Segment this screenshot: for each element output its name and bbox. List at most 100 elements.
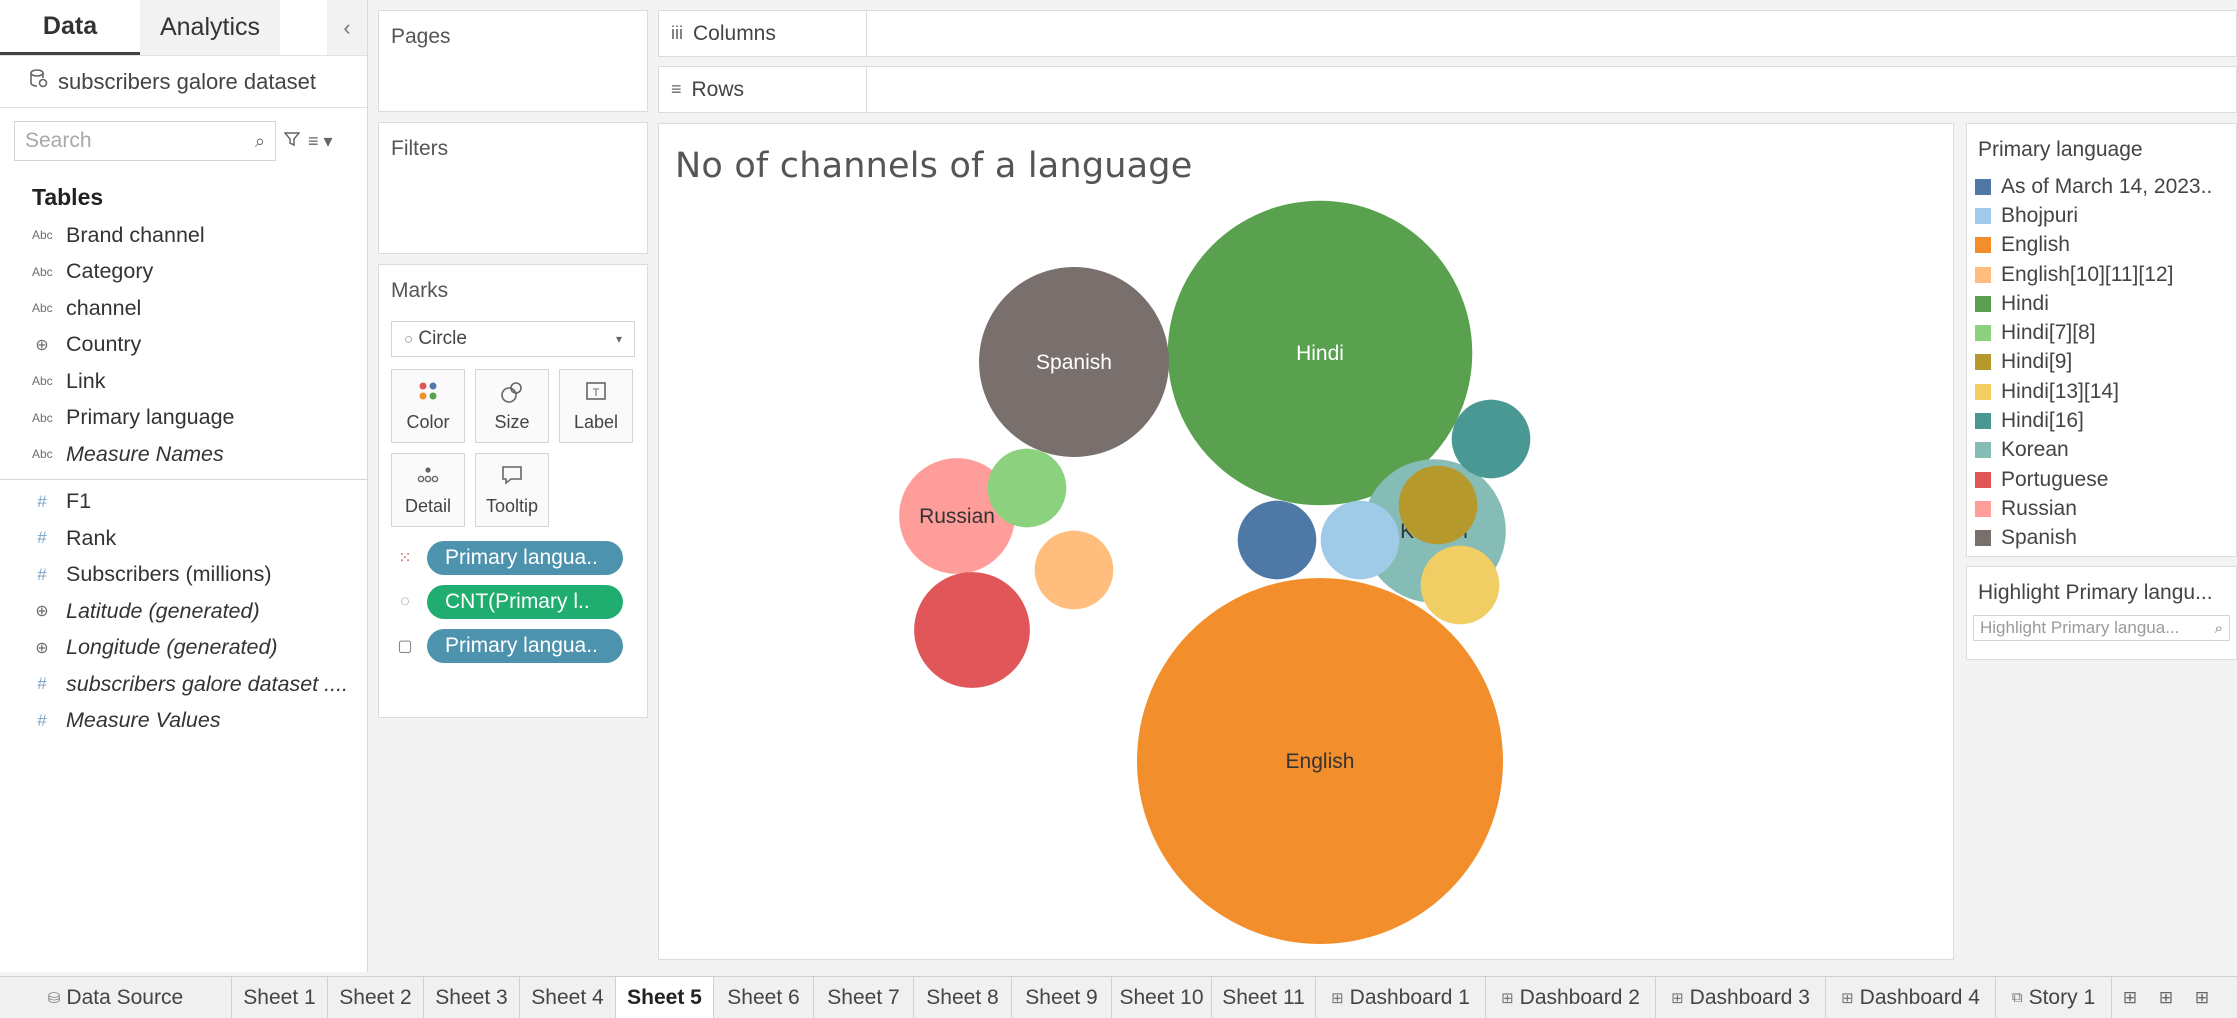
dashboard-icon: ⊞ bbox=[1841, 989, 1854, 1007]
bubble-hindi-7-8[interactable] bbox=[987, 448, 1067, 528]
rows-shelf[interactable]: ≡ Rows bbox=[658, 66, 2237, 113]
legend-item[interactable]: English bbox=[1967, 231, 2236, 260]
legend-item[interactable]: Korean bbox=[1967, 436, 2236, 465]
legend-label: Portuguese bbox=[2001, 467, 2109, 491]
search-input[interactable] bbox=[25, 129, 225, 153]
field-item[interactable]: # F1 bbox=[0, 484, 367, 521]
sheet-tab[interactable]: Sheet 6 bbox=[714, 977, 814, 1018]
bubble-portuguese[interactable] bbox=[914, 572, 1030, 688]
field-item[interactable]: Abc Primary language bbox=[0, 400, 367, 437]
bubble-hindi-13-14[interactable] bbox=[1420, 545, 1500, 625]
label-button-label: Label bbox=[573, 411, 619, 432]
sheet-tab[interactable]: Sheet 7 bbox=[814, 977, 914, 1018]
sheet-tab[interactable]: ⛁ Data Source bbox=[0, 977, 232, 1018]
filter-icon[interactable] bbox=[283, 131, 301, 152]
size-button[interactable]: Size bbox=[475, 369, 549, 443]
sheet-tab[interactable]: Sheet 8 bbox=[914, 977, 1012, 1018]
sheet-tab[interactable]: ⧉ Story 1 bbox=[1996, 977, 2112, 1018]
field-pill[interactable]: Primary langua.. bbox=[427, 629, 623, 663]
field-item[interactable]: ⊕ Latitude (generated) bbox=[0, 593, 367, 630]
new-sheet-icon[interactable]: ⊞ bbox=[2112, 977, 2148, 1018]
field-pill[interactable]: Primary langua.. bbox=[427, 541, 623, 575]
sheet-tab[interactable]: Sheet 11 bbox=[1212, 977, 1316, 1018]
field-item[interactable]: # Measure Values bbox=[0, 703, 367, 740]
legend-item[interactable]: Hindi[9] bbox=[1967, 348, 2236, 377]
legend-item[interactable]: Russian bbox=[1967, 494, 2236, 523]
color-button-label: Color bbox=[406, 411, 450, 432]
search-icon[interactable]: ⌕ bbox=[255, 131, 265, 152]
sheet-tab[interactable]: ⊞ Dashboard 1 bbox=[1316, 977, 1486, 1018]
field-item[interactable]: ⊕ Country bbox=[0, 327, 367, 364]
legend-item[interactable]: Hindi bbox=[1967, 289, 2236, 318]
field-item[interactable]: Abc Measure Names bbox=[0, 436, 367, 473]
sheet-tab[interactable]: Sheet 3 bbox=[424, 977, 520, 1018]
field-item[interactable]: # subscribers galore dataset .... bbox=[0, 666, 367, 703]
highlighter-input[interactable] bbox=[1980, 618, 2200, 638]
field-item[interactable]: Abc Category bbox=[0, 254, 367, 291]
field-item[interactable]: Abc Link bbox=[0, 363, 367, 400]
tooltip-button-label: Tooltip bbox=[485, 495, 539, 516]
dashboard-icon: ⊞ bbox=[1671, 989, 1684, 1007]
new-story-icon[interactable]: ⊞ bbox=[2184, 977, 2220, 1018]
highlighter-box: ⌕ bbox=[1973, 615, 2230, 641]
tab-data[interactable]: Data bbox=[0, 0, 140, 55]
filters-card[interactable]: Filters bbox=[378, 122, 648, 254]
bubble-hindi-9[interactable] bbox=[1398, 465, 1478, 545]
sheet-tab[interactable]: Sheet 9 bbox=[1012, 977, 1112, 1018]
legend-item[interactable]: As of March 14, 2023.. bbox=[1967, 172, 2236, 201]
legend-item[interactable]: Hindi[7][8] bbox=[1967, 318, 2236, 347]
tab-analytics[interactable]: Analytics bbox=[140, 0, 280, 55]
marks-pill-row: ▢ Primary langua.. bbox=[393, 629, 635, 663]
legend-item[interactable]: Spanish bbox=[1967, 524, 2236, 553]
sheet-tab[interactable]: Sheet 10 bbox=[1112, 977, 1212, 1018]
sheet-tab[interactable]: Sheet 4 bbox=[520, 977, 616, 1018]
new-dashboard-icon[interactable]: ⊞ bbox=[2148, 977, 2184, 1018]
detail-button[interactable]: Detail bbox=[391, 453, 465, 527]
legend-title[interactable]: Primary language bbox=[1967, 124, 2236, 172]
field-item[interactable]: Abc Brand channel bbox=[0, 217, 367, 254]
legend-label: English bbox=[2001, 233, 2070, 257]
tooltip-button[interactable]: Tooltip bbox=[475, 453, 549, 527]
legend-item[interactable]: Portuguese bbox=[1967, 465, 2236, 494]
legend-item[interactable]: English[10][11][12] bbox=[1967, 260, 2236, 289]
color-button[interactable]: Color bbox=[391, 369, 465, 443]
collapse-pane-button[interactable]: ‹ bbox=[327, 0, 367, 55]
sheet-tab[interactable]: ⊞ Dashboard 3 bbox=[1656, 977, 1826, 1018]
legend-item[interactable]: Hindi[13][14] bbox=[1967, 377, 2236, 406]
bubble-hindi-16[interactable] bbox=[1451, 399, 1531, 479]
field-item[interactable]: Abc channel bbox=[0, 290, 367, 327]
legend-item[interactable]: Bhojpuri bbox=[1967, 201, 2236, 230]
field-item[interactable]: # Subscribers (millions) bbox=[0, 557, 367, 594]
sheet-tab[interactable]: Sheet 2 bbox=[328, 977, 424, 1018]
sheet-tab-label: Sheet 8 bbox=[926, 985, 999, 1009]
tableau-workspace: Data Analytics ‹ subscribers galore data… bbox=[0, 0, 2237, 1018]
number-type-icon: # bbox=[37, 528, 47, 548]
sheet-tab[interactable]: ⊞ Dashboard 4 bbox=[1826, 977, 1996, 1018]
size-icon bbox=[500, 380, 524, 404]
bubble-english-10-11-12[interactable] bbox=[1034, 530, 1114, 610]
legend-item[interactable]: Hindi[16] bbox=[1967, 406, 2236, 435]
field-item[interactable]: ⊕ Longitude (generated) bbox=[0, 630, 367, 667]
view-options-icon[interactable]: ≡ ▾ bbox=[308, 131, 333, 152]
search-icon[interactable]: ⌕ bbox=[2215, 620, 2223, 637]
field-item[interactable]: # Rank bbox=[0, 520, 367, 557]
sheet-tab[interactable]: Sheet 5 bbox=[616, 977, 714, 1018]
sheet-tab-label: Data Source bbox=[66, 985, 184, 1009]
pages-card[interactable]: Pages bbox=[378, 10, 648, 112]
legend-swatch bbox=[1975, 237, 1991, 254]
datasource-row[interactable]: subscribers galore dataset bbox=[0, 56, 367, 108]
sheet-tab[interactable]: ⊞ Dashboard 2 bbox=[1486, 977, 1656, 1018]
size-button-label: Size bbox=[494, 411, 530, 432]
columns-shelf[interactable]: iii Columns bbox=[658, 10, 2237, 57]
sheet-tab-label: Sheet 2 bbox=[339, 985, 412, 1009]
bubble-label: Spanish bbox=[1036, 351, 1112, 374]
globe-icon: ⊕ bbox=[35, 603, 49, 621]
legend-label: English[10][11][12] bbox=[2001, 262, 2174, 286]
sheet-tab[interactable]: Sheet 1 bbox=[232, 977, 328, 1018]
field-pill[interactable]: CNT(Primary l.. bbox=[427, 585, 623, 619]
search-row: ⌕ ≡ ▾ bbox=[0, 108, 367, 174]
bubble-bhojpuri[interactable] bbox=[1320, 500, 1400, 580]
bubble-as-of-march-14-2023[interactable] bbox=[1237, 500, 1317, 580]
label-button[interactable]: T Label bbox=[559, 369, 633, 443]
mark-type-dropdown[interactable]: ○ Circle ▾ bbox=[391, 321, 635, 357]
